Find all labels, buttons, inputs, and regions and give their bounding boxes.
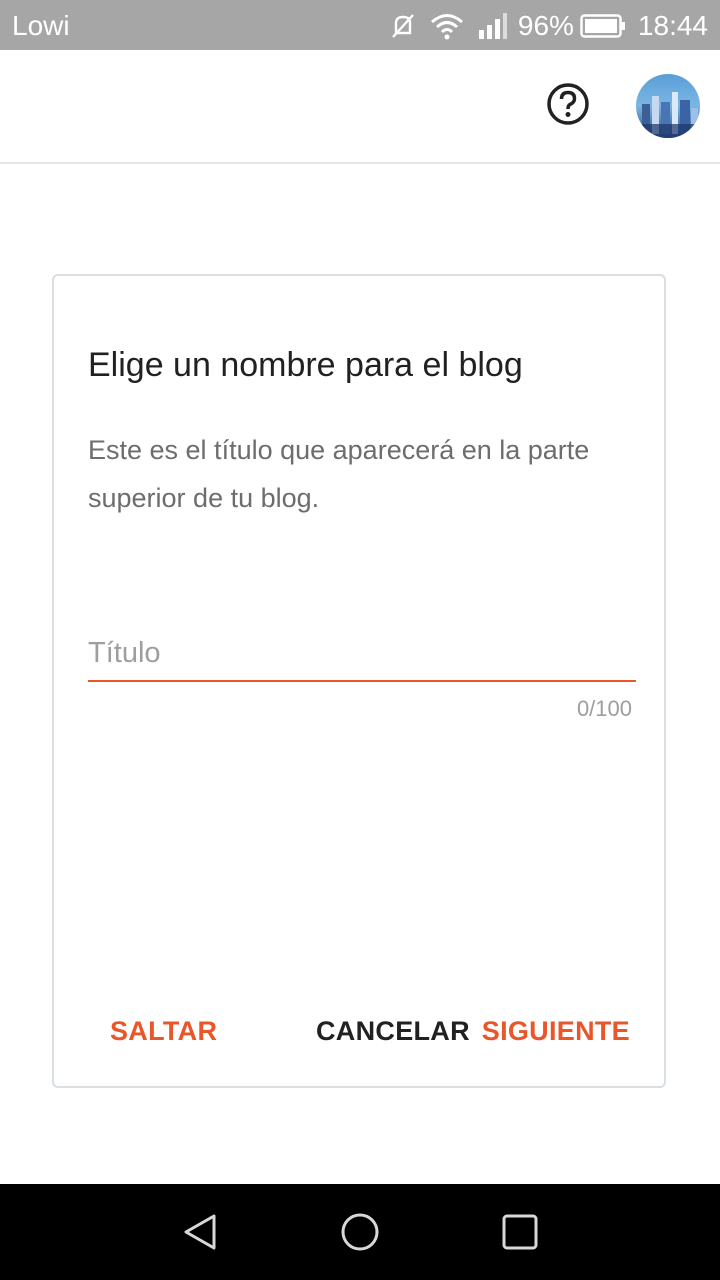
mute-icon [388,11,418,41]
user-avatar[interactable] [636,74,700,138]
recents-icon [502,1214,538,1250]
status-bar: Lowi 96% 18:44 [0,0,720,50]
battery-percentage: 96% [517,10,574,41]
dialog-title: Elige un nombre para el blog [88,346,523,384]
signal-icon [478,12,508,40]
clock: 18:44 [637,10,708,41]
help-circle-icon [547,83,589,125]
title-field [88,628,636,682]
help-button[interactable] [546,82,590,126]
carrier-name: Lowi [12,10,70,41]
back-icon [184,1214,216,1250]
next-button[interactable]: SIGUIENTE [482,1016,630,1047]
recents-button[interactable] [500,1212,540,1252]
back-button[interactable] [180,1212,220,1252]
battery-icon [580,14,626,38]
character-counter: 0/100 [576,696,632,721]
wifi-icon [430,12,464,40]
skip-button[interactable]: SALTAR [110,1016,217,1047]
dialog-description: Este es el título que aparecerá en la pa… [88,435,590,513]
blog-name-dialog: Elige un nombre para el blog Este es el … [52,274,666,1088]
home-button[interactable] [340,1212,380,1252]
navigation-bar [0,1184,720,1280]
home-icon [341,1213,379,1251]
cancel-button[interactable]: CANCELAR [316,1016,470,1047]
title-input[interactable] [88,628,636,678]
status-icons: 96% 18:44 [388,8,708,44]
app-bar [0,50,720,164]
